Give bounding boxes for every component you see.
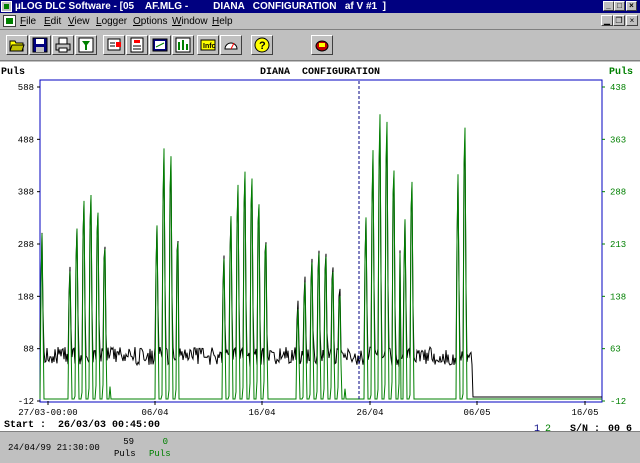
x-tick-label: 27/03-00:00 [18,408,77,418]
menu-help[interactable]: Help [212,15,233,28]
x-tick-label: 06/05 [463,408,490,418]
menu-options[interactable]: Options [133,15,167,28]
logger-download-button[interactable] [103,35,125,55]
help-button[interactable]: ? [251,35,273,55]
help-question-icon: ? [254,37,270,53]
serial-value: 00_6 [608,424,632,431]
legend-series-1: 1 [534,424,540,431]
logger-download-icon [107,38,121,51]
x-tick-label: 06/04 [141,408,168,418]
svg-text:?: ? [259,40,266,52]
status-ch2-unit: Puls [149,449,171,459]
open-button[interactable] [6,35,28,55]
bar-graph-button[interactable] [172,35,194,55]
minimize-button[interactable]: _ [603,1,614,11]
menu-file[interactable]: File [20,15,36,28]
gauge-icon [224,42,238,50]
document-icon[interactable] [3,15,16,27]
logger-display-icon [152,38,168,52]
right-tick-label: 138 [610,292,626,302]
info-button[interactable]: Info [197,35,219,55]
logger-config-icon [130,37,144,53]
logger-device-icon [315,40,329,52]
logger-display-button[interactable] [149,35,171,55]
x-tick-label: 16/04 [248,408,275,418]
start-value: 26/03/03 00:45:00 [58,419,160,431]
left-tick-label: 488 [18,135,34,145]
x-tick-label: 26/04 [356,408,383,418]
right-tick-label: -12 [610,397,626,407]
left-tick-label: 588 [18,83,34,93]
status-ch1-unit: Puls [114,449,136,459]
save-disk-icon [32,37,48,53]
open-folder-icon [9,40,25,52]
menu-edit[interactable]: Edit [44,15,61,28]
status-ch2-value: 0 [162,437,168,447]
right-tick-label: 288 [610,188,626,198]
legend-series-2: 2 [545,424,551,431]
gauge-button[interactable] [220,35,242,55]
left-tick-label: -12 [18,397,34,407]
logger-device-button[interactable] [311,35,333,55]
left-tick-label: 188 [18,292,34,302]
status-ch1-value: 59 [123,437,134,447]
left-tick-label: 388 [18,188,34,198]
mdi-close-button[interactable]: × [626,15,638,26]
right-tick-label: 63 [610,345,621,355]
svg-text:Info: Info [203,43,216,50]
save-button[interactable] [29,35,51,55]
close-button[interactable]: × [626,1,637,11]
filter-funnel-icon [78,37,94,53]
window-titlebar: µLOG DLC Software - [05 AF.MLG - DIANA C… [0,0,640,13]
left-axis-label: Puls [1,66,25,78]
logger-config-button[interactable] [126,35,148,55]
right-tick-label: 438 [610,83,626,93]
bar-graph-icon [175,37,191,53]
mdi-restore-button[interactable]: ❐ [613,15,625,26]
x-tick-label: 16/05 [571,408,598,418]
menu-logger[interactable]: Logger [96,15,127,28]
right-tick-label: 363 [610,135,626,145]
maximize-button[interactable]: □ [614,1,625,11]
right-tick-label: 213 [610,240,626,250]
status-datetime: 24/04/99 21:30:00 [8,443,100,453]
chart-title: DIANA CONFIGURATION [260,67,380,78]
left-tick-label: 288 [18,240,34,250]
window-title: µLOG DLC Software - [05 AF.MLG - DIANA C… [15,1,386,12]
menu-view[interactable]: View [68,15,90,28]
print-button[interactable] [52,35,74,55]
start-label: Start : [4,420,46,431]
info-icon: Info [200,39,216,51]
filter-button[interactable] [75,35,97,55]
toolbar: Info ? [0,31,640,61]
right-axis-label: Puls [609,66,633,78]
serial-label: S/N : [570,423,600,431]
app-icon[interactable] [1,1,12,12]
mdi-minimize-button[interactable]: ▁ [601,15,613,26]
chart-area[interactable]: Puls DIANA CONFIGURATION Puls 588 488 388 2… [0,62,640,431]
left-tick-label: 88 [23,345,34,355]
status-bar: 24/04/99 21:30:00 59 Puls 0 Puls [0,431,640,463]
menu-window[interactable]: Window [172,15,208,28]
print-icon [55,37,71,53]
menu-bar: File Edit View Logger Options Window Hel… [0,13,640,30]
